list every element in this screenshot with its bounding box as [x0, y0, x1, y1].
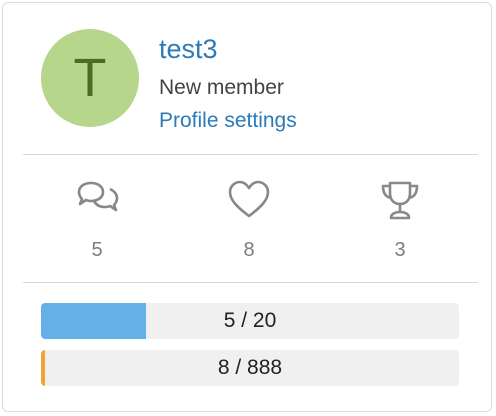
progress-bar-reactions: 8 / 888: [41, 350, 459, 386]
member-title: New member: [159, 76, 284, 99]
profile-settings-link[interactable]: Profile settings: [159, 109, 297, 133]
member-profile-card: T test3 New member Profile settings 5 8 …: [2, 2, 492, 412]
avatar[interactable]: T: [41, 29, 139, 127]
stat-likes[interactable]: 8: [194, 179, 304, 262]
progress-label: 5 / 20: [223, 309, 277, 332]
stat-comments[interactable]: 5: [42, 179, 152, 262]
avatar-letter: T: [73, 48, 107, 108]
stat-trophies[interactable]: 3: [345, 179, 455, 262]
stat-trophies-value: 3: [394, 239, 406, 261]
username-link[interactable]: test3: [159, 34, 218, 65]
progress-bar-messages: 5 / 20: [41, 303, 459, 339]
progress-label: 8 / 888: [217, 356, 283, 379]
heart-icon: [228, 180, 270, 218]
stat-likes-value: 8: [243, 239, 255, 261]
stat-comments-value: 5: [91, 239, 103, 261]
trophy-icon: [381, 181, 419, 220]
divider: [23, 154, 478, 155]
divider: [23, 282, 478, 283]
comments-icon: [77, 181, 119, 212]
